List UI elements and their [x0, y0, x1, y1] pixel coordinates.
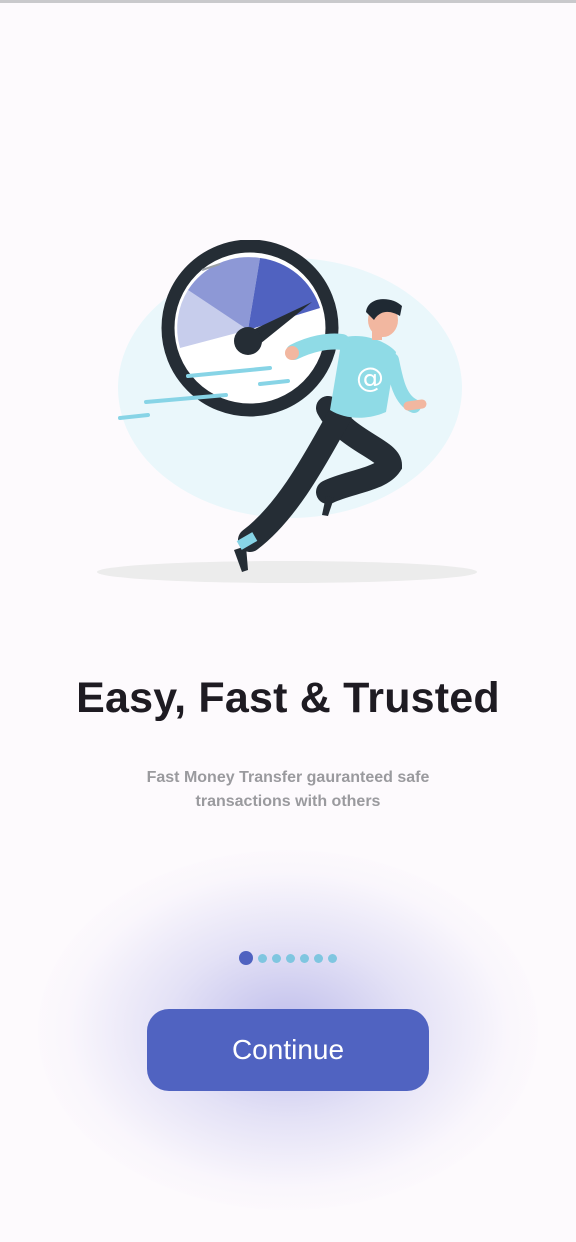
page-indicator-dot[interactable]: [328, 953, 337, 963]
shirt-at-glyph: @: [356, 361, 384, 394]
page-indicator-dot[interactable]: [314, 953, 323, 963]
page-indicator-dot[interactable]: [300, 953, 309, 963]
ground-shadow: [97, 561, 477, 583]
page-subtitle: Fast Money Transfer gauranteed safe tran…: [146, 769, 430, 810]
status-divider: [0, 0, 576, 3]
page-indicator-dot[interactable]: [258, 953, 267, 963]
page-indicator-dot[interactable]: [286, 953, 295, 963]
page-indicator-dot-active[interactable]: [239, 951, 253, 965]
page-title: Easy, Fast & Trusted: [76, 674, 500, 722]
speedometer-runner-illustration: @: [97, 240, 477, 583]
page-indicator: [0, 951, 576, 965]
page-indicator-dot[interactable]: [272, 953, 281, 963]
continue-button[interactable]: Continue: [147, 1009, 429, 1091]
speedometer-icon: [161, 240, 339, 417]
